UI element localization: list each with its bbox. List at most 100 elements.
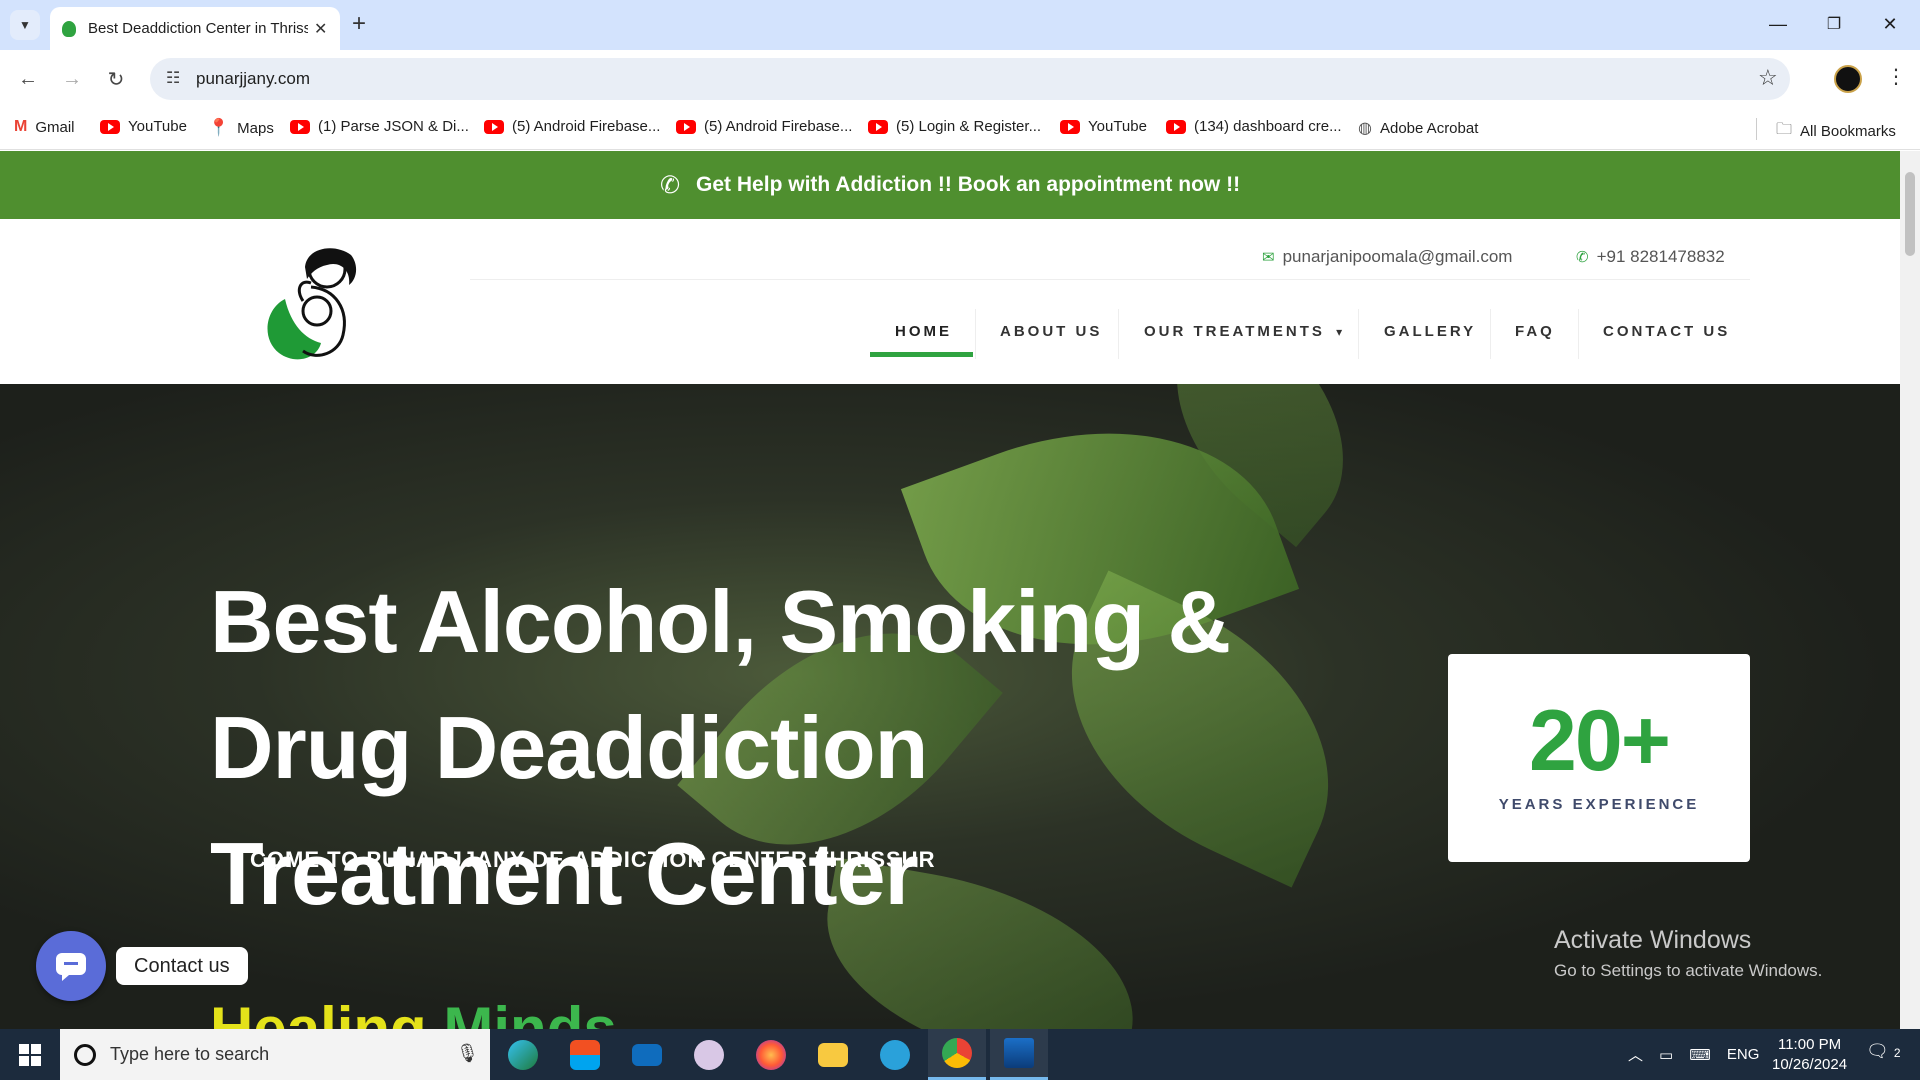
folder-icon: 🗀 [1776, 121, 1793, 138]
youtube-icon [100, 119, 120, 134]
tab-title: Best Deaddiction Center in Thrissur [88, 20, 308, 37]
bookmark-parse-json[interactable]: (1) Parse JSON & Di... [290, 118, 469, 135]
header-email[interactable]: ✉ punarjanipoomala@gmail.com [1262, 247, 1512, 267]
chevron-up-icon[interactable]: ︿ [1628, 1044, 1643, 1065]
nav-separator [975, 309, 976, 359]
battery-icon[interactable]: ▭ [1659, 1046, 1673, 1064]
youtube-icon [1166, 119, 1186, 134]
nav-gallery[interactable]: GALLERY [1384, 323, 1476, 340]
taskbar-firefox[interactable] [742, 1029, 800, 1080]
bookmarks-bar: M Gmail YouTube 📍 Maps (1) Parse JSON & … [0, 108, 1920, 150]
bookmark-maps[interactable]: 📍 Maps [208, 118, 274, 138]
promo-text: Get Help with Addiction !! Book an appoi… [696, 173, 1241, 196]
browser-toolbar: ← → ↻ ☷ punarjjany.com ☆ ⋮ [0, 50, 1920, 108]
youtube-icon [1060, 119, 1080, 134]
site-info-icon[interactable]: ☷ [166, 68, 180, 88]
bookmark-android-firebase-1[interactable]: (5) Android Firebase... [484, 118, 660, 135]
restore-window-button[interactable]: ❐ [1806, 0, 1862, 48]
nav-faq[interactable]: FAQ [1515, 323, 1555, 340]
nav-separator [1490, 309, 1491, 359]
activate-windows-watermark: Activate Windows Go to Settings to activ… [1554, 926, 1823, 980]
experience-number: 20+ [1529, 693, 1671, 789]
nav-home[interactable]: HOME [895, 323, 952, 340]
page-scrollbar[interactable] [1900, 151, 1920, 1029]
taskbar-mail[interactable] [618, 1029, 676, 1080]
back-button[interactable]: ← [12, 63, 44, 95]
hero-welcome-text: COME TO PUNARJJANY DE-ADDICTION CENTER T… [250, 847, 936, 872]
youtube-icon [676, 119, 696, 134]
taskbar-search-box[interactable]: Type here to search 🎙 [60, 1029, 490, 1080]
keyboard-icon[interactable]: ⌨ [1689, 1046, 1711, 1064]
promo-banner[interactable]: ✆ Get Help with Addiction !! Book an app… [0, 151, 1900, 219]
chat-widget-label[interactable]: Contact us [116, 947, 248, 985]
site-header: ✉ punarjanipoomala@gmail.com ✆ +91 82814… [0, 219, 1900, 384]
address-bar[interactable]: ☷ punarjjany.com ☆ [150, 58, 1790, 100]
notification-center-button[interactable]: 🗨 2 [1866, 1041, 1901, 1062]
all-bookmarks-button[interactable]: 🗀 All Bookmarks [1776, 118, 1896, 145]
firefox-icon [756, 1039, 786, 1070]
site-logo[interactable] [255, 239, 361, 363]
taskbar-telegram[interactable] [866, 1029, 924, 1080]
gmail-icon: M [14, 118, 28, 135]
nav-separator [1118, 309, 1119, 359]
chat-widget-button[interactable] [36, 931, 106, 1001]
windows-taskbar: Type here to search 🎙 ︿ ▭ ⌨ ENG 11:00 PM… [0, 1029, 1920, 1080]
chevron-down-icon: ▾ [1336, 325, 1346, 339]
microphone-icon[interactable]: 🎙 [456, 1043, 479, 1064]
maps-icon: 📍 [208, 118, 230, 137]
nav-separator [1578, 309, 1579, 359]
globe-icon: ◍ [1358, 120, 1372, 137]
youtube-icon [484, 119, 504, 134]
youtube-icon [868, 119, 888, 134]
taskbar-clock[interactable]: 11:00 PM 10/26/2024 [1772, 1035, 1847, 1075]
search-circle-icon [74, 1043, 96, 1066]
bookmark-youtube-2[interactable]: YouTube [1060, 118, 1147, 135]
telegram-icon [880, 1039, 910, 1070]
mail-icon [632, 1043, 662, 1066]
minimize-window-button[interactable]: — [1750, 0, 1806, 48]
bookmark-star-icon[interactable]: ☆ [1758, 65, 1778, 91]
photos-icon [1004, 1038, 1034, 1068]
bookmark-youtube[interactable]: YouTube [100, 118, 187, 135]
taskbar-chrome[interactable] [928, 1029, 986, 1080]
phone-ring-icon: ✆ [659, 171, 681, 199]
reload-button[interactable]: ↻ [100, 63, 132, 95]
forward-button[interactable]: → [56, 63, 88, 95]
header-divider [470, 279, 1750, 280]
experience-card: 20+ YEARS EXPERIENCE [1448, 654, 1750, 862]
youtube-icon [290, 119, 310, 134]
bookmark-gmail[interactable]: M Gmail [14, 118, 75, 136]
page-scrollbar-thumb[interactable] [1905, 172, 1915, 256]
bookmark-adobe-acrobat[interactable]: ◍ Adobe Acrobat [1358, 118, 1478, 138]
notification-icon: 🗨 [1866, 1041, 1889, 1061]
header-phone[interactable]: ✆ +91 8281478832 [1576, 247, 1725, 267]
start-button[interactable] [0, 1029, 60, 1080]
envelope-icon: ✉ [1262, 249, 1275, 266]
browser-tab-strip: ▼ Best Deaddiction Center in Thrissur ✕ … [0, 0, 1920, 50]
close-tab-icon[interactable]: ✕ [314, 19, 327, 39]
experience-label: YEARS EXPERIENCE [1498, 796, 1700, 813]
address-url: punarjjany.com [196, 69, 311, 88]
nav-about-us[interactable]: ABOUT US [1000, 323, 1102, 340]
chrome-menu-icon[interactable]: ⋮ [1886, 64, 1906, 89]
taskbar-paint[interactable] [680, 1029, 738, 1080]
browser-tab-active[interactable]: Best Deaddiction Center in Thrissur ✕ [50, 7, 340, 50]
tab-search-button[interactable]: ▼ [10, 10, 40, 40]
bookmark-dashboard[interactable]: (134) dashboard cre... [1166, 118, 1342, 135]
nav-active-indicator [870, 352, 973, 357]
chat-icon [56, 953, 86, 981]
language-indicator[interactable]: ENG [1727, 1046, 1760, 1063]
taskbar-file-explorer[interactable] [804, 1029, 862, 1080]
nav-separator [1358, 309, 1359, 359]
close-window-button[interactable]: ✕ [1862, 0, 1918, 48]
new-tab-button[interactable]: + [352, 10, 366, 38]
nav-our-treatments[interactable]: OUR TREATMENTS ▾ [1144, 323, 1345, 340]
taskbar-photos[interactable] [990, 1029, 1048, 1080]
taskbar-store[interactable] [556, 1029, 614, 1080]
taskbar-edge[interactable] [494, 1029, 552, 1080]
windows-logo-icon [19, 1043, 41, 1066]
nav-contact-us[interactable]: CONTACT US [1603, 323, 1730, 340]
profile-avatar[interactable] [1834, 65, 1862, 93]
bookmark-login-register[interactable]: (5) Login & Register... [868, 118, 1041, 135]
bookmark-android-firebase-2[interactable]: (5) Android Firebase... [676, 118, 852, 135]
